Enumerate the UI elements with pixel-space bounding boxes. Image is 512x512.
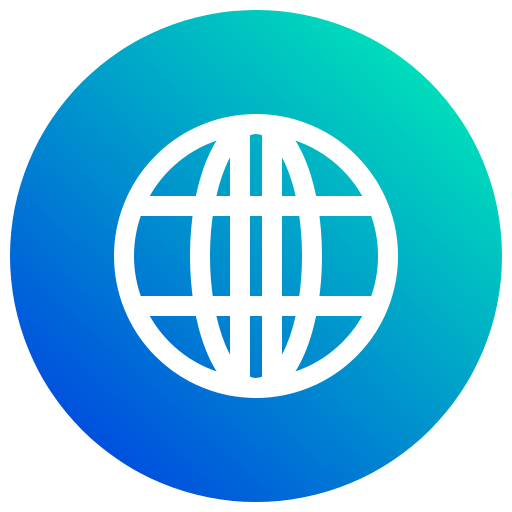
- badge-circle: [10, 10, 502, 502]
- icon-canvas: [0, 0, 512, 512]
- globe-badge[interactable]: [0, 0, 512, 512]
